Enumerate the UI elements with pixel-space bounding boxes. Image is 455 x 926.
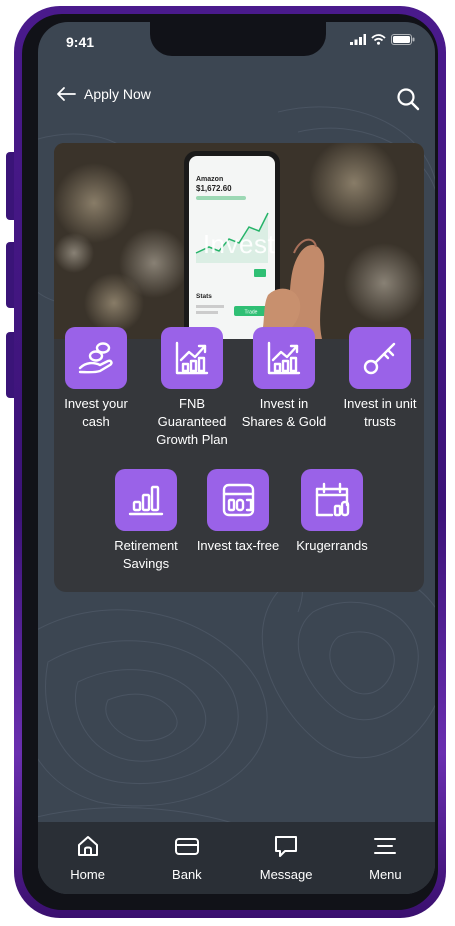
calendar-chart-icon (301, 469, 363, 531)
menu-icon (374, 838, 397, 854)
wifi-icon (371, 34, 386, 45)
nav-home[interactable]: Home (48, 834, 128, 882)
tile-label: FNB Guaranteed Growth Plan (156, 396, 228, 447)
tile-invest-in-shares-and-gold[interactable]: Invest in Shares & Gold (238, 327, 330, 431)
nav-label: Home (70, 867, 105, 882)
invest-banner: Amazon $1,672.60 Stats Trade Invest (54, 143, 424, 339)
tile-label: Invest tax-free (196, 538, 280, 553)
nav-label: Menu (369, 867, 402, 882)
tile-fnb-guaranteed-growth-plan[interactable]: FNB Guaranteed Growth Plan (146, 327, 238, 449)
wallet-icon (207, 469, 269, 531)
battery-icon (391, 34, 415, 45)
card-icon (174, 838, 199, 855)
tile-invest-in-unit-trusts[interactable]: Invest in unit trusts (334, 327, 426, 431)
arrow-left-icon (57, 87, 76, 101)
back-button[interactable]: Apply Now (56, 86, 151, 102)
tile-invest-tax-free[interactable]: Invest tax-free (192, 469, 284, 555)
back-label: Apply Now (84, 86, 151, 102)
status-icons (350, 34, 415, 45)
tile-label: Invest in unit trusts (343, 396, 417, 429)
nav-menu[interactable]: Menu (345, 834, 425, 882)
bottom-navigation: Home Bank Message Menu (38, 822, 435, 894)
nav-label: Message (259, 867, 313, 882)
nav-message[interactable]: Message (246, 834, 326, 882)
message-icon (275, 836, 298, 857)
phone-notch (150, 22, 326, 56)
signal-icon (350, 34, 366, 45)
growth-chart-icon (161, 327, 223, 389)
tile-label: Retirement Savings (114, 538, 178, 571)
app-header: Apply Now (56, 86, 421, 114)
search-icon[interactable] (395, 86, 421, 112)
tile-invest-your-cash[interactable]: Invest your cash (50, 327, 142, 431)
phone-stock-name: Amazon (196, 176, 223, 183)
tile-label: Krugerrands (296, 538, 368, 553)
nav-label: Bank (172, 867, 202, 882)
hand-coins-icon (65, 327, 127, 389)
phone-screen: 9:41 Apply Now Amazon $1,672.60 Stats Tr… (38, 22, 435, 894)
bar-chart-icon (115, 469, 177, 531)
tile-krugerrands[interactable]: Krugerrands (286, 469, 378, 555)
phone-stock-price: $1,672.60 (196, 184, 232, 193)
banner-title: Invest (202, 229, 276, 259)
tile-label: Invest your cash (64, 396, 128, 429)
phone-stats-label: Stats (196, 293, 212, 300)
tile-label: Invest in Shares & Gold (241, 396, 327, 429)
nav-bank[interactable]: Bank (147, 834, 227, 882)
home-icon (77, 836, 98, 856)
tile-retirement-savings[interactable]: Retirement Savings (100, 469, 192, 573)
status-time: 9:41 (66, 34, 95, 50)
phone-trade-button: Trade (245, 310, 258, 316)
key-icon (349, 327, 411, 389)
invest-options-card: Invest your cash FNB Guaranteed Growth P… (54, 327, 424, 592)
shares-chart-icon (253, 327, 315, 389)
